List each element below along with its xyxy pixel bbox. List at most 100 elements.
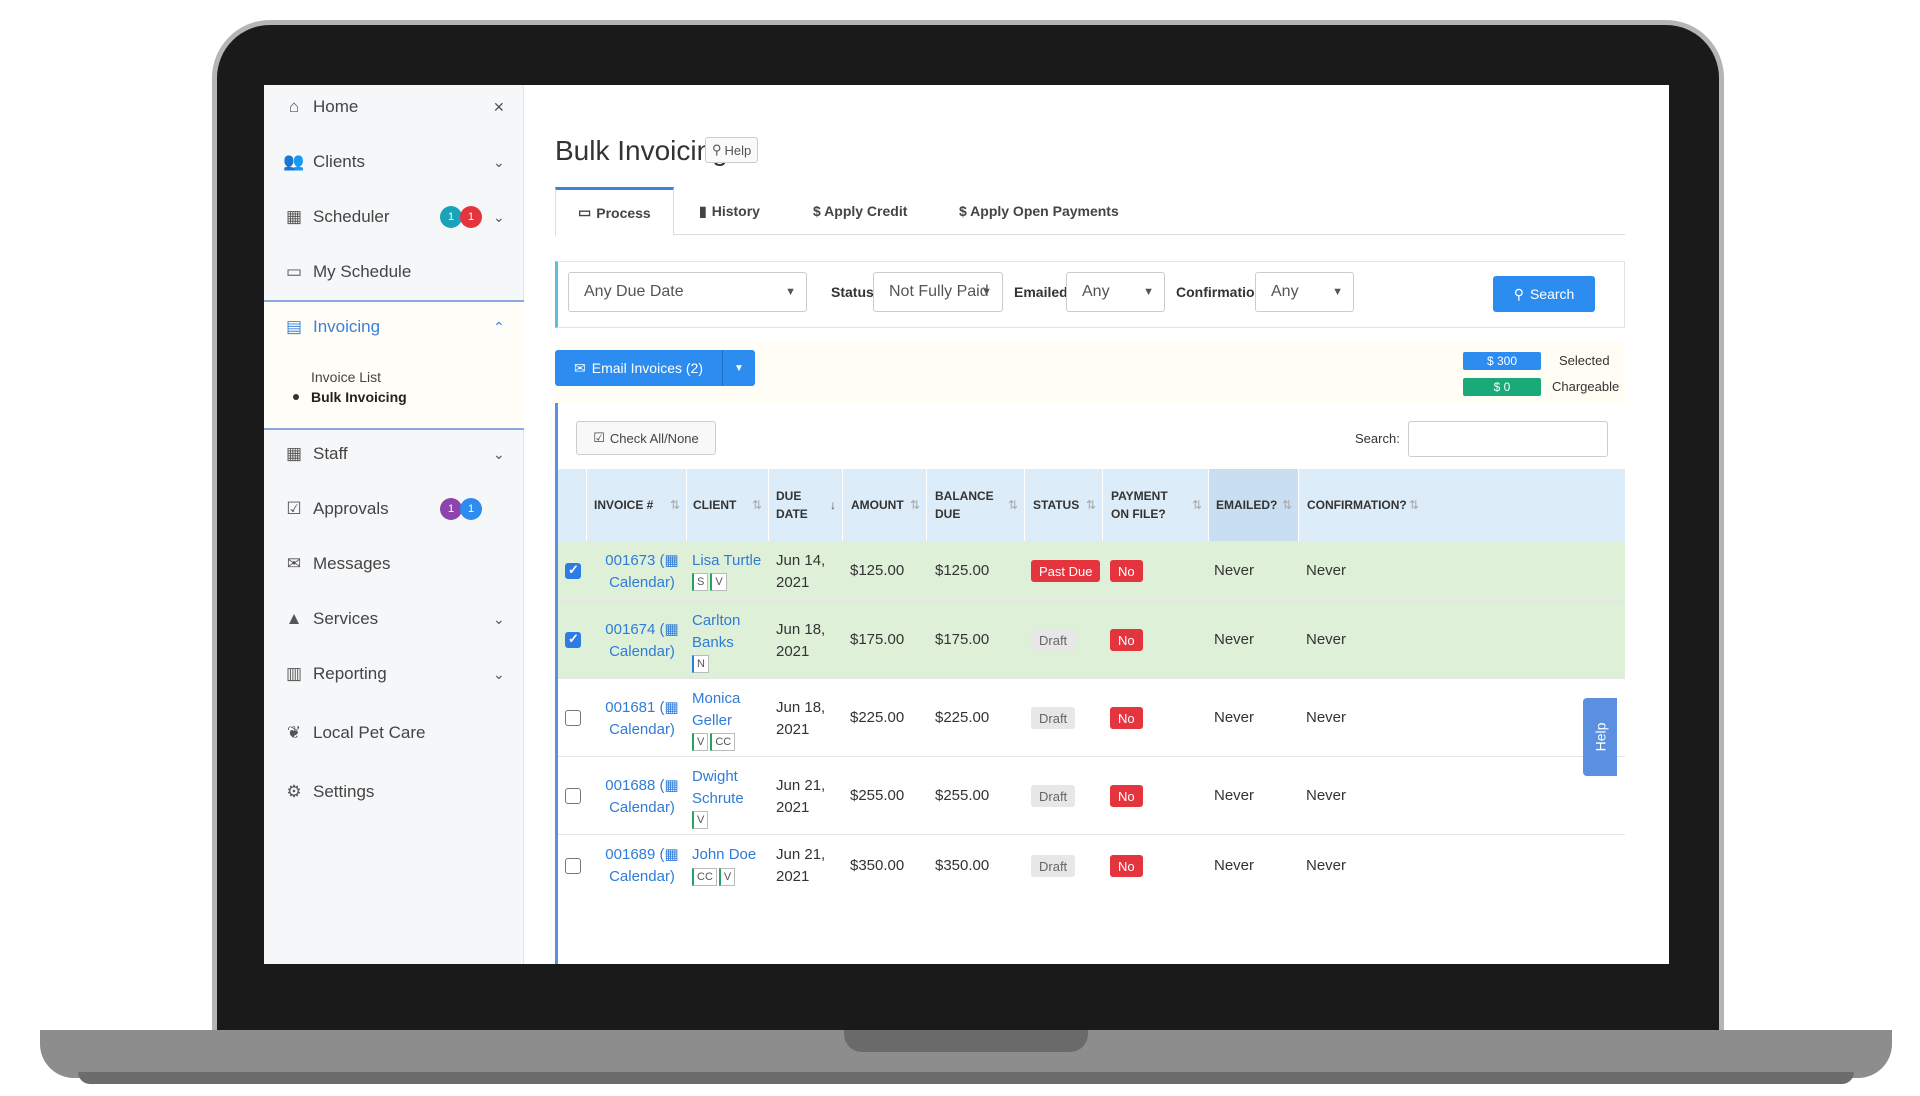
sidebar-item-messages[interactable]: ✉ Messages bbox=[264, 544, 524, 584]
client-name-line: Monica bbox=[692, 690, 741, 707]
email-invoices-button[interactable]: ✉ Email Invoices (2) ▼ bbox=[555, 350, 755, 386]
client-tags: S V bbox=[692, 573, 727, 591]
pin-icon[interactable]: ✕ bbox=[493, 99, 505, 116]
header-label: PAYMENT ON FILE? bbox=[1111, 489, 1168, 521]
caret-down-icon[interactable]: ▼ bbox=[723, 363, 755, 374]
row-checkbox[interactable] bbox=[565, 788, 581, 804]
invoice-link[interactable]: 001673 bbox=[605, 552, 655, 569]
confirmation-select[interactable]: Any ▼ bbox=[1255, 272, 1354, 312]
calendar-icon[interactable]: (▦ bbox=[660, 699, 679, 716]
status-select[interactable]: Not Fully Paid ▼ bbox=[873, 272, 1003, 312]
header-checkbox-col bbox=[558, 469, 587, 541]
sidebar-item-settings[interactable]: ⚙ Settings bbox=[264, 772, 524, 812]
help-side-tab[interactable]: Help bbox=[1583, 698, 1617, 776]
invoice-link[interactable]: 001689 bbox=[605, 846, 655, 863]
calendar-link[interactable]: Calendar) bbox=[609, 799, 675, 816]
tab-process[interactable]: ▭ Process bbox=[555, 187, 674, 236]
sidebar-item-my-schedule[interactable]: ▭ My Schedule bbox=[264, 252, 524, 292]
sidebar-item-label: Home bbox=[313, 97, 359, 116]
calendar-icon[interactable]: (▦ bbox=[660, 621, 679, 638]
tab-apply-credit[interactable]: $ Apply Credit bbox=[813, 187, 907, 235]
balance-cell: $175.00 bbox=[935, 631, 990, 648]
amount-cell: $350.00 bbox=[850, 857, 905, 874]
sidebar-item-local-pet-care[interactable]: ❦ Local Pet Care bbox=[264, 713, 524, 753]
header-client[interactable]: CLIENT ⇅ bbox=[687, 469, 769, 541]
search-button[interactable]: ⚲ Search bbox=[1493, 276, 1595, 312]
row-checkbox[interactable] bbox=[565, 631, 581, 648]
invoice-link[interactable]: 001674 bbox=[605, 621, 655, 638]
sidebar-item-reporting[interactable]: ▥ Reporting ⌄ bbox=[264, 654, 524, 694]
emailed-cell: Never bbox=[1214, 631, 1255, 648]
sidebar-item-invoicing[interactable]: ▤ Invoicing ⌃ bbox=[264, 307, 524, 347]
bar-chart-icon: ▥ bbox=[285, 664, 303, 683]
header-label: EMAILED? bbox=[1216, 498, 1278, 512]
header-invoice[interactable]: INVOICE # ⇅ bbox=[587, 469, 687, 541]
help-button[interactable]: ⚲ Help bbox=[705, 137, 759, 163]
header-amount[interactable]: AMOUNT ⇅ bbox=[843, 469, 927, 541]
sidebar-item-staff[interactable]: ▦ Staff ⌄ bbox=[264, 434, 524, 474]
table-header: INVOICE # ⇅ CLIENT ⇅ DUE DATE ↓ AMOUNT ⇅ BAL… bbox=[558, 469, 1625, 541]
tab-label: Process bbox=[596, 204, 651, 221]
row-checkbox[interactable] bbox=[565, 710, 581, 726]
sidebar: ⌂ Home ✕ 👥 Clients ⌄ ▦ Scheduler 1 1 ⌄ ▭… bbox=[264, 85, 524, 964]
calendar-link[interactable]: Calendar) bbox=[609, 643, 675, 660]
select-value: Not Fully Paid bbox=[889, 283, 989, 300]
row-checkbox[interactable] bbox=[565, 858, 581, 874]
calendar-icon[interactable]: (▦ bbox=[660, 777, 679, 794]
due-date-line: Jun 21, bbox=[776, 777, 826, 794]
header-payment-on-file[interactable]: PAYMENT ON FILE? ⇅ bbox=[1103, 469, 1209, 541]
email-invoices-main[interactable]: ✉ Email Invoices (2) bbox=[555, 350, 723, 386]
table-search-input[interactable] bbox=[1408, 421, 1608, 457]
calendar-icon[interactable]: (▦ bbox=[660, 552, 679, 569]
sort-icon: ⇅ bbox=[1408, 498, 1419, 512]
sidebar-item-services[interactable]: ▲ Services ⌄ bbox=[264, 599, 524, 639]
row-checkbox[interactable] bbox=[565, 562, 581, 579]
tab-apply-open-payments[interactable]: $ Apply Open Payments bbox=[959, 187, 1119, 235]
sort-icon: ⇅ bbox=[669, 498, 680, 512]
calendar-link[interactable]: Calendar) bbox=[609, 868, 675, 885]
calendar-icon[interactable]: (▦ bbox=[660, 846, 679, 863]
header-balance-due[interactable]: BALANCE DUE ⇅ bbox=[927, 469, 1025, 541]
table-row[interactable]: 001681 (▦ Calendar) Monica Geller V CC J… bbox=[558, 679, 1625, 757]
client-tags: CC V bbox=[692, 868, 736, 886]
header-confirmation[interactable]: CONFIRMATION? ⇅ bbox=[1299, 469, 1425, 541]
check-all-button[interactable]: ☑ Check All/None bbox=[576, 421, 716, 455]
client-link[interactable]: John Doe bbox=[692, 844, 756, 866]
sort-icon: ⇅ bbox=[1007, 498, 1018, 512]
sidebar-subitem-invoice-list[interactable]: Invoice List bbox=[311, 369, 381, 385]
calendar-blank-icon: ▭ bbox=[285, 262, 303, 281]
calendar-link[interactable]: Calendar) bbox=[609, 574, 675, 591]
sidebar-subitem-bulk-invoicing[interactable]: Bulk Invoicing bbox=[311, 389, 407, 405]
client-name-line: Carlton bbox=[692, 612, 741, 629]
client-link[interactable]: Monica Geller bbox=[692, 688, 740, 732]
emailed-cell: Never bbox=[1214, 787, 1255, 804]
client-link[interactable]: Carlton Banks bbox=[692, 610, 740, 654]
table-row[interactable]: 001673 (▦ Calendar) Lisa Turtle S V Jun … bbox=[558, 541, 1625, 601]
invoice-link[interactable]: 001688 bbox=[605, 777, 655, 794]
tab-history[interactable]: ▮ History bbox=[699, 187, 760, 235]
table-row[interactable]: 001674 (▦ Calendar) Carlton Banks N Jun … bbox=[558, 601, 1625, 679]
table-row[interactable]: 001689 (▦ Calendar) John Doe CC V Jun 21… bbox=[558, 835, 1625, 897]
client-tags: V bbox=[692, 811, 709, 829]
invoice-link[interactable]: 001681 bbox=[605, 699, 655, 716]
calendar-link[interactable]: Calendar) bbox=[609, 721, 675, 738]
client-link[interactable]: Dwight Schrute bbox=[692, 766, 744, 810]
sidebar-item-label: Reporting bbox=[313, 664, 387, 683]
client-link[interactable]: Lisa Turtle bbox=[692, 550, 761, 572]
sidebar-item-home[interactable]: ⌂ Home ✕ bbox=[264, 87, 524, 127]
table-search-label: Search: bbox=[1355, 431, 1400, 446]
amount-cell: $175.00 bbox=[850, 631, 905, 648]
checkbox-icon: ☑ bbox=[286, 499, 302, 518]
due-date-select[interactable]: Any Due Date ▼ bbox=[568, 272, 807, 312]
table-row[interactable]: 001688 (▦ Calendar) Dwight Schrute V Jun… bbox=[558, 757, 1625, 835]
status-badge: Past Due bbox=[1031, 560, 1101, 582]
sidebar-item-clients[interactable]: 👥 Clients ⌄ bbox=[264, 142, 524, 182]
sidebar-item-approvals[interactable]: ☑ Approvals 1 1 bbox=[264, 489, 524, 529]
tab-label: $ Apply Credit bbox=[813, 203, 908, 219]
header-due-date[interactable]: DUE DATE ↓ bbox=[769, 469, 843, 541]
client-tag: V bbox=[710, 573, 727, 591]
emailed-select[interactable]: Any ▼ bbox=[1066, 272, 1165, 312]
header-status[interactable]: STATUS ⇅ bbox=[1025, 469, 1103, 541]
sidebar-item-scheduler[interactable]: ▦ Scheduler 1 1 ⌄ bbox=[264, 197, 524, 237]
header-emailed[interactable]: EMAILED? ⇅ bbox=[1209, 469, 1299, 541]
